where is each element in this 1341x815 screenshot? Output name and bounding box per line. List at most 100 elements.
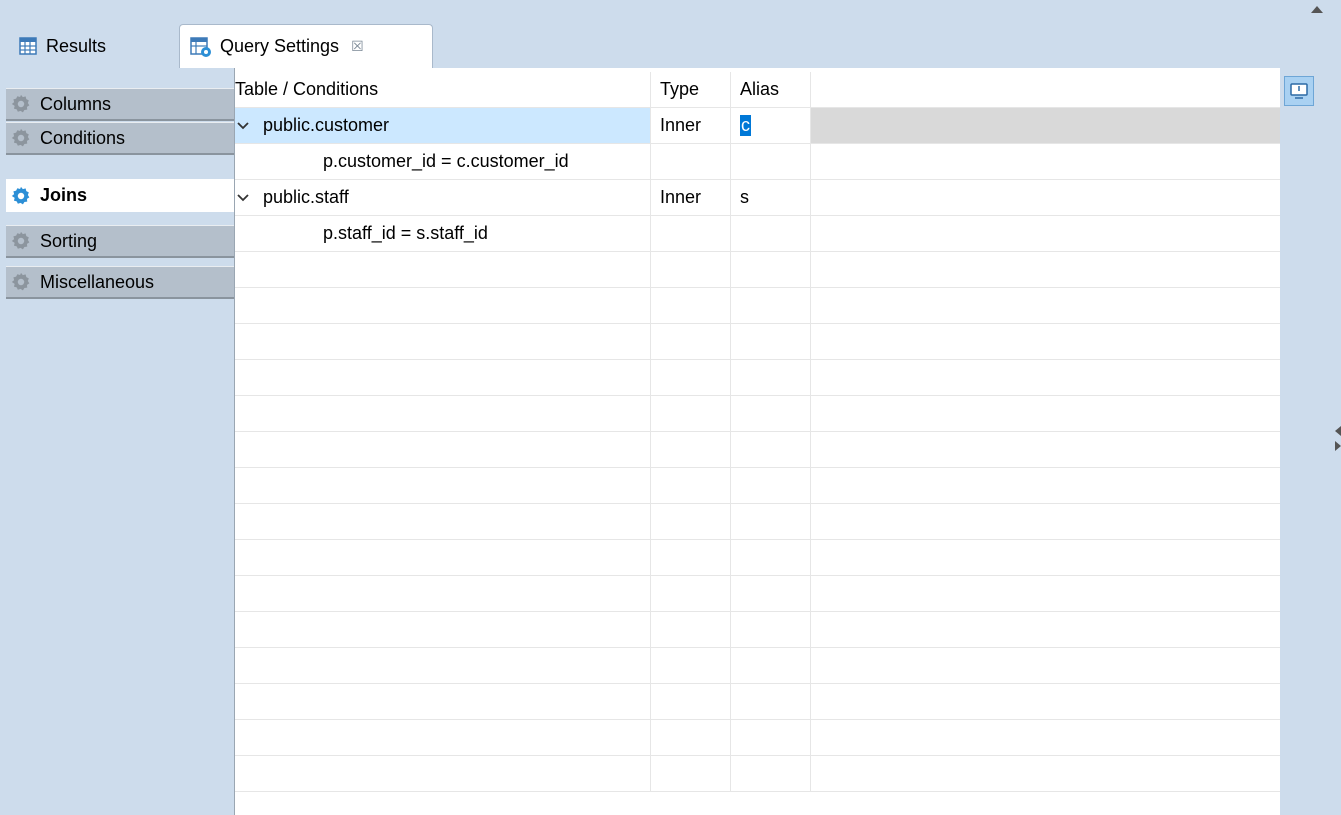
table-cell-empty — [810, 144, 1280, 179]
table-row-empty — [235, 540, 1280, 576]
table-row-empty — [235, 396, 1280, 432]
table-row-empty — [235, 612, 1280, 648]
table-cell-empty — [810, 504, 1280, 539]
table-cell-empty — [810, 684, 1280, 719]
column-header-table-conditions[interactable]: Table / Conditions — [235, 72, 650, 107]
table-cell-empty — [730, 612, 810, 647]
table-cell-empty — [810, 540, 1280, 575]
table-cell-empty — [810, 720, 1280, 755]
table-cell-empty — [650, 468, 730, 503]
condition-cell[interactable]: p.customer_id = c.customer_id — [235, 144, 650, 179]
table-cell-empty — [650, 648, 730, 683]
gear-icon — [11, 128, 30, 147]
table-cell-empty — [730, 288, 810, 323]
table-cell-empty — [650, 504, 730, 539]
table-cell-empty — [730, 396, 810, 431]
table-cell-type[interactable]: Inner — [650, 108, 730, 143]
table-cell-empty — [235, 468, 650, 503]
table-cell-empty — [235, 612, 650, 647]
table-cell-type[interactable] — [650, 144, 730, 179]
table-cell-name[interactable]: public.customer — [235, 108, 650, 143]
table-row-condition-customer[interactable]: p.customer_id = c.customer_id — [235, 144, 1280, 180]
query-settings-window: Results Query Settings ☒ Columns Conditi… — [0, 0, 1341, 815]
sidebar-item-conditions[interactable]: Conditions — [6, 122, 234, 155]
sidebar-item-sorting[interactable]: Sorting — [6, 225, 234, 258]
scroll-up-arrow-icon[interactable] — [1311, 6, 1323, 13]
table-name-text: public.customer — [263, 115, 390, 135]
sidebar-item-columns[interactable]: Columns — [6, 88, 234, 121]
table-cell-alias[interactable] — [730, 144, 810, 179]
sidebar-item-miscellaneous[interactable]: Miscellaneous — [6, 266, 234, 299]
table-cell-empty — [810, 648, 1280, 683]
table-cell-empty — [730, 540, 810, 575]
table-cell-alias[interactable] — [730, 216, 810, 251]
table-cell-empty — [810, 180, 1280, 215]
table-row-empty — [235, 432, 1280, 468]
sidebar-item-label: Columns — [40, 93, 112, 114]
joins-table: Table / Conditions Type Alias public.cus… — [234, 68, 1280, 815]
gear-icon — [11, 94, 30, 113]
table-cell-empty — [730, 360, 810, 395]
sidebar-item-label: Sorting — [40, 230, 98, 251]
gear-icon — [11, 231, 30, 250]
column-header-empty — [810, 72, 1280, 107]
tab-query-settings-label: Query Settings — [220, 36, 340, 56]
column-header-alias[interactable]: Alias — [730, 72, 810, 107]
table-cell-empty — [650, 396, 730, 431]
table-cell-empty — [235, 648, 650, 683]
table-cell-alias[interactable]: s — [730, 180, 810, 215]
chevron-down-icon[interactable] — [237, 192, 249, 204]
table-cell-alias[interactable]: c — [730, 108, 810, 143]
sidebar-item-label: Joins — [40, 185, 88, 205]
close-tab-icon[interactable]: ☒ — [351, 38, 364, 55]
condition-cell[interactable]: p.staff_id = s.staff_id — [235, 216, 650, 251]
table-cell-empty — [235, 288, 650, 323]
table-cell-empty — [235, 576, 650, 611]
table-cell-type[interactable] — [650, 216, 730, 251]
table-cell-empty — [730, 576, 810, 611]
table-cell-empty — [730, 432, 810, 467]
tab-results-label: Results — [46, 35, 107, 56]
collapse-expand-arrows-icon[interactable] — [1335, 424, 1341, 454]
table-cell-empty — [650, 288, 730, 323]
joins-grid: Table / Conditions Type Alias public.cus… — [235, 68, 1280, 815]
table-cell-empty — [235, 504, 650, 539]
table-cell-empty — [235, 720, 650, 755]
table-cell-empty — [730, 468, 810, 503]
table-cell-name[interactable]: public.staff — [235, 180, 650, 215]
table-cell-empty — [650, 540, 730, 575]
table-row-empty — [235, 504, 1280, 540]
table-cell-empty — [810, 396, 1280, 431]
table-cell-empty — [235, 684, 650, 719]
table-row-empty — [235, 720, 1280, 756]
alias-input-selection[interactable]: c — [740, 115, 751, 136]
table-cell-empty — [650, 360, 730, 395]
table-row-empty — [235, 576, 1280, 612]
toggle-panel-button[interactable] — [1284, 76, 1314, 106]
table-cell-empty — [810, 612, 1280, 647]
editor-tab-strip: Results Query Settings ☒ — [0, 0, 1341, 68]
gear-icon — [11, 272, 30, 291]
table-cell-empty — [235, 756, 650, 791]
table-cell-empty — [810, 432, 1280, 467]
sidebar-item-joins[interactable]: Joins — [6, 179, 234, 212]
tab-results[interactable]: Results — [6, 24, 166, 68]
table-cell-empty — [235, 324, 650, 359]
table-cell-empty — [650, 756, 730, 791]
table-cell-empty — [730, 684, 810, 719]
table-cell-empty — [730, 504, 810, 539]
table-row-condition-staff[interactable]: p.staff_id = s.staff_id — [235, 216, 1280, 252]
tab-query-settings[interactable]: Query Settings ☒ — [179, 24, 433, 68]
chevron-down-icon[interactable] — [237, 120, 249, 132]
table-cell-empty — [235, 432, 650, 467]
column-header-type[interactable]: Type — [650, 72, 730, 107]
table-cell-type[interactable]: Inner — [650, 180, 730, 215]
sidebar-item-label: Conditions — [40, 127, 126, 148]
table-row-empty — [235, 648, 1280, 684]
table-row-empty — [235, 468, 1280, 504]
table-cell-empty — [730, 252, 810, 287]
table-row-customer[interactable]: public.customer Inner c — [235, 108, 1280, 144]
table-row-staff[interactable]: public.staff Inner s — [235, 180, 1280, 216]
right-side-panel — [1280, 68, 1341, 815]
settings-sidebar: Columns Conditions Joins Sorting Miscell… — [6, 68, 234, 815]
